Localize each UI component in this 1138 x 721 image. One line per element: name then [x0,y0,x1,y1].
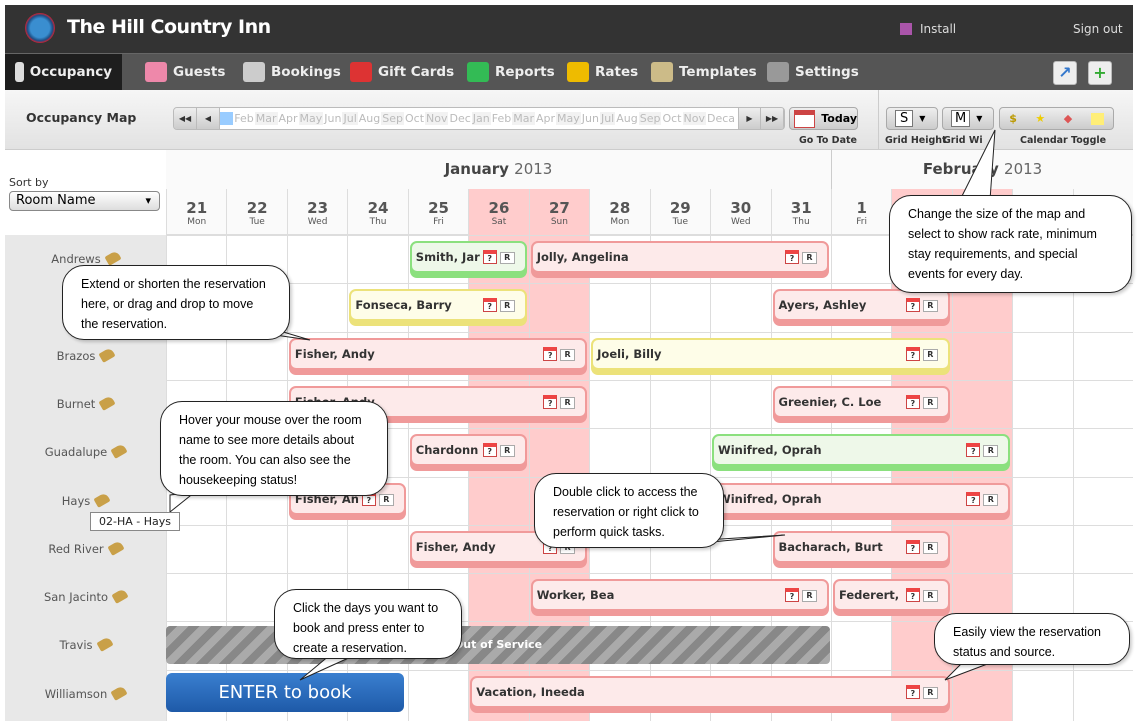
callout-extend: Extend or shorten the reservation here, … [62,265,290,340]
callout-status: Easily view the reservation status and s… [934,613,1130,665]
callout-click-days: Click the days you want to book and pres… [274,589,462,659]
room-tooltip: 02-HA - Hays [90,512,180,531]
callout-double-click: Double click to access the reservation o… [534,473,724,548]
callout-hover: Hover your mouse over the room name to s… [160,401,388,496]
callout-map-size: Change the size of the map and select to… [889,195,1132,293]
